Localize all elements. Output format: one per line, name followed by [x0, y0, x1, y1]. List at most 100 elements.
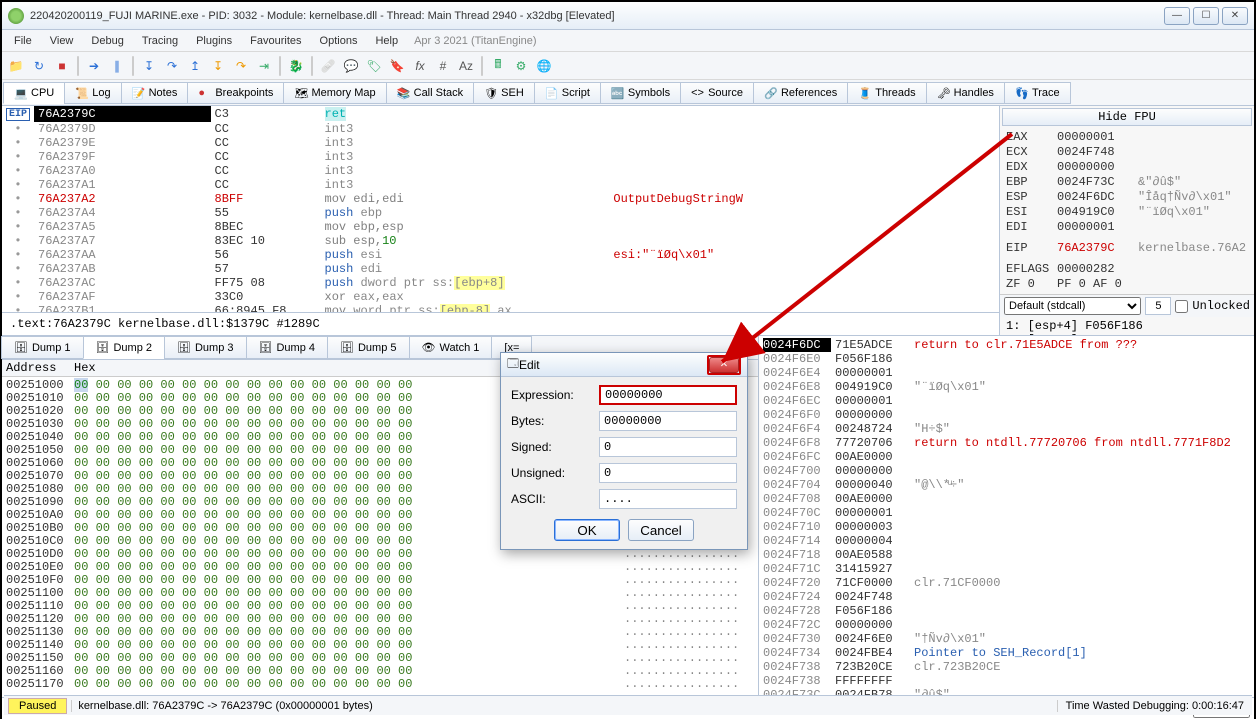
- traceinto-icon[interactable]: ↧: [208, 56, 228, 76]
- ok-button[interactable]: OK: [554, 519, 620, 541]
- tab-references[interactable]: 🔗References: [753, 82, 848, 104]
- calc-icon[interactable]: 🖩: [488, 56, 508, 76]
- cpu-icon: 💻: [14, 87, 26, 99]
- strings-icon[interactable]: Az: [456, 56, 476, 76]
- field-ascii-label: ASCII:: [511, 492, 591, 506]
- comments-icon[interactable]: 💬: [341, 56, 361, 76]
- tab-threads[interactable]: 🧵Threads: [847, 82, 926, 104]
- menu-debug[interactable]: Debug: [83, 33, 131, 49]
- log-icon: 📜: [75, 87, 87, 99]
- field-expression-label: Expression:: [511, 388, 591, 402]
- field-signed-input[interactable]: [599, 437, 737, 457]
- tab-dump4[interactable]: 🗄Dump 4: [246, 336, 329, 359]
- menu-help[interactable]: Help: [367, 33, 406, 49]
- mem-icon: 🗺: [294, 87, 306, 99]
- thr-icon: 🧵: [858, 87, 870, 99]
- dialog-icon: 🗔: [507, 355, 519, 374]
- unlocked-checkbox[interactable]: [1175, 300, 1188, 313]
- dump-icon: 🗄: [14, 341, 28, 354]
- stepout-icon[interactable]: ↥: [185, 56, 205, 76]
- restart-icon[interactable]: ↻: [29, 56, 49, 76]
- open-icon[interactable]: 📁: [6, 56, 26, 76]
- tab-dump2[interactable]: 🗄Dump 2: [83, 336, 166, 359]
- watch-icon: 👁: [422, 341, 436, 354]
- stop-icon[interactable]: ■: [52, 56, 72, 76]
- app-icon: [8, 8, 24, 24]
- pause-icon[interactable]: ∥: [107, 56, 127, 76]
- field-unsigned-input[interactable]: [599, 463, 737, 483]
- field-ascii-input[interactable]: [599, 489, 737, 509]
- view-tabs: 💻CPU 📜Log 📝Notes ●Breakpoints 🗺Memory Ma…: [2, 80, 1254, 106]
- menu-view[interactable]: View: [42, 33, 82, 49]
- close-button[interactable]: ✕: [1222, 7, 1248, 25]
- disassembly-view[interactable]: EIP76A2379CC3ret•76A2379DCCint3•76A2379E…: [2, 106, 999, 312]
- maximize-button[interactable]: ☐: [1193, 7, 1219, 25]
- tab-symbols[interactable]: 🔤Symbols: [600, 82, 681, 104]
- tab-dump5[interactable]: 🗄Dump 5: [327, 336, 410, 359]
- tab-callstack[interactable]: 📚Call Stack: [386, 82, 475, 104]
- tab-breakpoints[interactable]: ●Breakpoints: [187, 82, 284, 104]
- cancel-button[interactable]: Cancel: [628, 519, 694, 541]
- dump-icon: 🗄: [340, 341, 354, 354]
- menu-plugins[interactable]: Plugins: [188, 33, 240, 49]
- scylla-icon[interactable]: 🐉: [286, 56, 306, 76]
- src-icon: <>: [691, 87, 703, 99]
- field-signed-label: Signed:: [511, 440, 591, 454]
- tab-source[interactable]: <>Source: [680, 82, 754, 104]
- field-bytes-input[interactable]: [599, 411, 737, 431]
- stack-icon: 📚: [397, 87, 409, 99]
- tab-dump1[interactable]: 🗄Dump 1: [1, 336, 84, 359]
- tab-notes[interactable]: 📝Notes: [121, 82, 189, 104]
- dump-icon: 🗄: [96, 341, 110, 354]
- menu-favourites[interactable]: Favourites: [242, 33, 309, 49]
- traceover-icon[interactable]: ↷: [231, 56, 251, 76]
- runtouser-icon[interactable]: ⇥: [254, 56, 274, 76]
- tab-script[interactable]: 📄Script: [534, 82, 601, 104]
- tab-trace[interactable]: 👣Trace: [1004, 82, 1071, 104]
- dump-icon: 🗄: [177, 341, 191, 354]
- stepover-icon[interactable]: ↷: [162, 56, 182, 76]
- menu-options[interactable]: Options: [312, 33, 366, 49]
- seh-icon: 🛡: [484, 87, 496, 99]
- online-icon[interactable]: 🌐: [534, 56, 554, 76]
- tab-dump3[interactable]: 🗄Dump 3: [164, 336, 247, 359]
- dialog-close-button[interactable]: ✕: [709, 357, 739, 373]
- sym-icon: 🔤: [611, 87, 623, 99]
- tab-cpu[interactable]: 💻CPU: [3, 82, 65, 104]
- notes-icon: 📝: [132, 87, 144, 99]
- tab-log[interactable]: 📜Log: [64, 82, 121, 104]
- labels-icon[interactable]: 🏷: [364, 56, 384, 76]
- menubar: File View Debug Tracing Plugins Favourit…: [2, 30, 1254, 52]
- ref-icon: 🔗: [764, 87, 776, 99]
- status-mid: kernelbase.dll: 76A2379C -> 76A2379C (0x…: [71, 700, 1056, 712]
- field-expression-input[interactable]: [599, 385, 737, 405]
- bp-icon: ●: [198, 87, 210, 99]
- bookmarks-icon[interactable]: 🔖: [387, 56, 407, 76]
- status-paused: Paused: [8, 698, 67, 714]
- tab-handles[interactable]: 🗝Handles: [926, 82, 1005, 104]
- args-count[interactable]: [1145, 297, 1171, 315]
- status-bar: Paused kernelbase.dll: 76A2379C -> 76A23…: [4, 695, 1252, 715]
- variables-icon[interactable]: #: [433, 56, 453, 76]
- functions-icon[interactable]: fx: [410, 56, 430, 76]
- run-icon[interactable]: ➔: [84, 56, 104, 76]
- stack-view[interactable]: 0024F6DC71E5ADCEreturn to clr.71E5ADCE f…: [759, 336, 1254, 697]
- menu-file[interactable]: File: [6, 33, 40, 49]
- registers-pane: Hide FPU EAX00000001ECX0024F748EDX000000…: [999, 106, 1254, 335]
- hnd-icon: 🗝: [937, 87, 949, 99]
- minimize-button[interactable]: —: [1164, 7, 1190, 25]
- tab-watch1[interactable]: 👁Watch 1: [409, 336, 493, 359]
- unlocked-label: Unlocked: [1192, 299, 1250, 313]
- patches-icon[interactable]: 🩹: [318, 56, 338, 76]
- tab-memorymap[interactable]: 🗺Memory Map: [283, 82, 386, 104]
- settings-icon[interactable]: ⚙: [511, 56, 531, 76]
- tab-seh[interactable]: 🛡SEH: [473, 82, 535, 104]
- dump-icon: 🗄: [259, 341, 273, 354]
- stepinto-icon[interactable]: ↧: [139, 56, 159, 76]
- menu-tracing[interactable]: Tracing: [134, 33, 186, 49]
- calling-convention-select[interactable]: Default (stdcall): [1004, 297, 1141, 315]
- toolbar: 📁 ↻ ■ ➔ ∥ ↧ ↷ ↥ ↧ ↷ ⇥ 🐉 🩹 💬 🏷 🔖 fx # Az …: [2, 52, 1254, 80]
- hide-fpu-button[interactable]: Hide FPU: [1002, 108, 1252, 126]
- esp-dump[interactable]: 1: [esp+4] F056F1862: [esp+8] 000000013:…: [1000, 317, 1254, 335]
- reference-text: .text:76A2379C kernelbase.dll:$1379C #12…: [2, 312, 999, 335]
